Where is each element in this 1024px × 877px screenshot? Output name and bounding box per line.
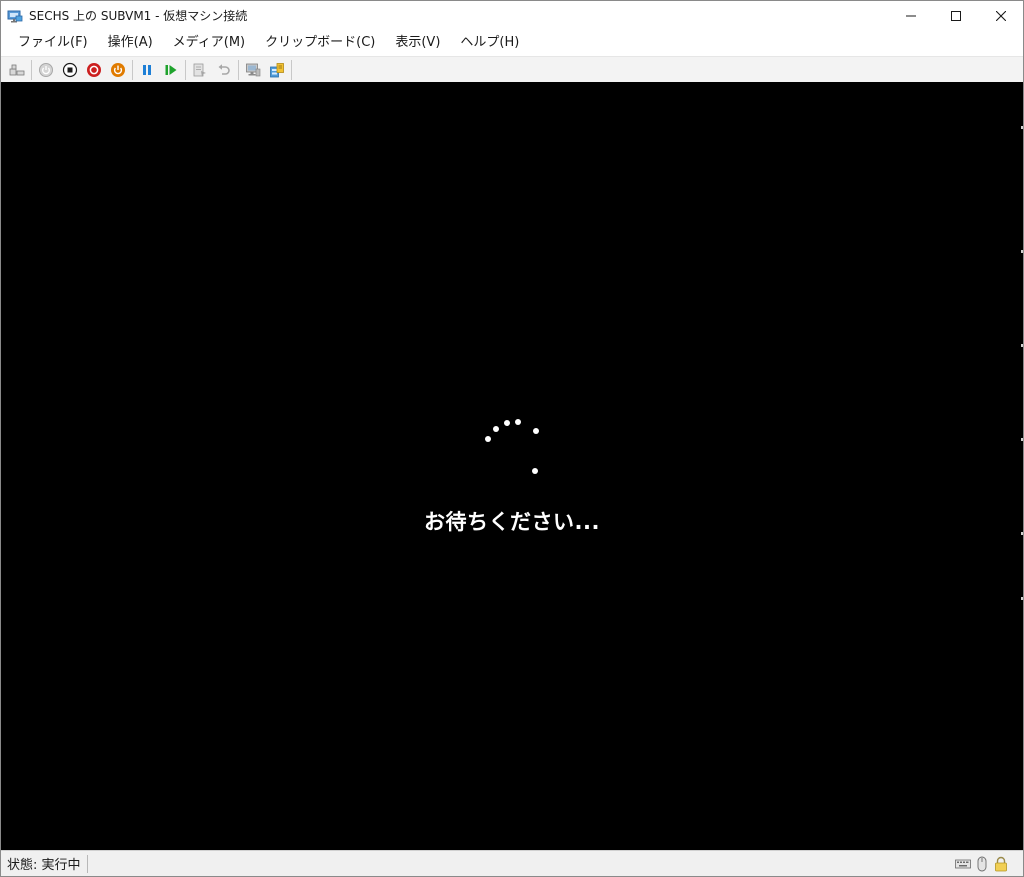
share-button[interactable] xyxy=(265,58,289,82)
menu-file[interactable]: ファイル(F) xyxy=(8,30,98,56)
toolbar xyxy=(1,56,1023,82)
toolbar-separator xyxy=(238,59,239,80)
lock-indicator xyxy=(993,856,1009,872)
share-icon xyxy=(270,62,284,77)
enhanced-session-icon xyxy=(246,63,261,76)
menu-action[interactable]: 操作(A) xyxy=(98,30,163,56)
turn-off-button[interactable] xyxy=(58,58,82,82)
menu-clipboard[interactable]: クリップボード(C) xyxy=(255,30,385,56)
close-button[interactable] xyxy=(978,1,1023,30)
keyboard-indicator xyxy=(955,856,971,872)
maximize-button[interactable] xyxy=(933,1,978,30)
minimize-button[interactable] xyxy=(888,1,933,30)
toolbar-separator xyxy=(185,59,186,80)
title-bar[interactable]: SECHS 上の SUBVM1 - 仮想マシン接続 xyxy=(1,1,1023,30)
toolbar-separator xyxy=(31,59,32,80)
reset-button[interactable] xyxy=(159,58,183,82)
pause-icon xyxy=(143,64,151,75)
minimize-icon xyxy=(905,15,916,16)
shutdown-icon xyxy=(87,62,101,77)
menu-help[interactable]: ヘルプ(H) xyxy=(450,30,529,56)
toolbar-separator xyxy=(132,59,133,80)
vm-display[interactable]: お待ちください... xyxy=(1,82,1023,850)
toolbar-separator xyxy=(291,59,292,80)
window-controls xyxy=(888,1,1023,30)
menu-bar: ファイル(F) 操作(A) メディア(M) クリップボード(C) 表示(V) ヘ… xyxy=(1,30,1023,56)
vm-status: 状態: 実行中 xyxy=(7,858,81,873)
mouse-icon xyxy=(977,856,987,871)
revert-icon xyxy=(218,63,230,75)
menu-media[interactable]: メディア(M) xyxy=(163,30,255,56)
enhanced-session-button[interactable] xyxy=(241,58,265,82)
checkpoint-icon xyxy=(193,63,206,77)
status-separator xyxy=(86,854,88,873)
lock-icon xyxy=(995,856,1007,871)
keyboard-icon xyxy=(955,859,971,868)
start-button[interactable] xyxy=(34,58,58,82)
revert-button[interactable] xyxy=(212,58,236,82)
save-icon xyxy=(111,62,125,77)
pause-button[interactable] xyxy=(135,58,159,82)
mouse-indicator xyxy=(974,856,990,872)
window-title: SECHS 上の SUBVM1 - 仮想マシン接続 xyxy=(29,9,248,23)
vm-connect-app-icon xyxy=(7,8,23,24)
ctrl-alt-del-icon xyxy=(9,64,25,75)
reset-icon xyxy=(165,64,177,75)
start-icon xyxy=(39,62,53,77)
status-icons xyxy=(955,851,1009,876)
save-button[interactable] xyxy=(106,58,130,82)
loading-spinner-icon xyxy=(485,419,539,474)
turn-off-icon xyxy=(62,62,78,77)
maximize-icon xyxy=(950,10,961,21)
please-wait-message: お待ちください... xyxy=(424,510,600,534)
status-bar: 状態: 実行中 xyxy=(1,850,1023,876)
checkpoint-button[interactable] xyxy=(188,58,212,82)
ctrl-alt-del-button[interactable] xyxy=(5,58,29,82)
vm-connection-window: SECHS 上の SUBVM1 - 仮想マシン接続 ファイル(F) 操作(A) … xyxy=(0,0,1024,877)
shutdown-button[interactable] xyxy=(82,58,106,82)
close-icon xyxy=(995,10,1006,21)
menu-view[interactable]: 表示(V) xyxy=(385,30,450,56)
screen-edge-artifact xyxy=(1021,126,1023,600)
